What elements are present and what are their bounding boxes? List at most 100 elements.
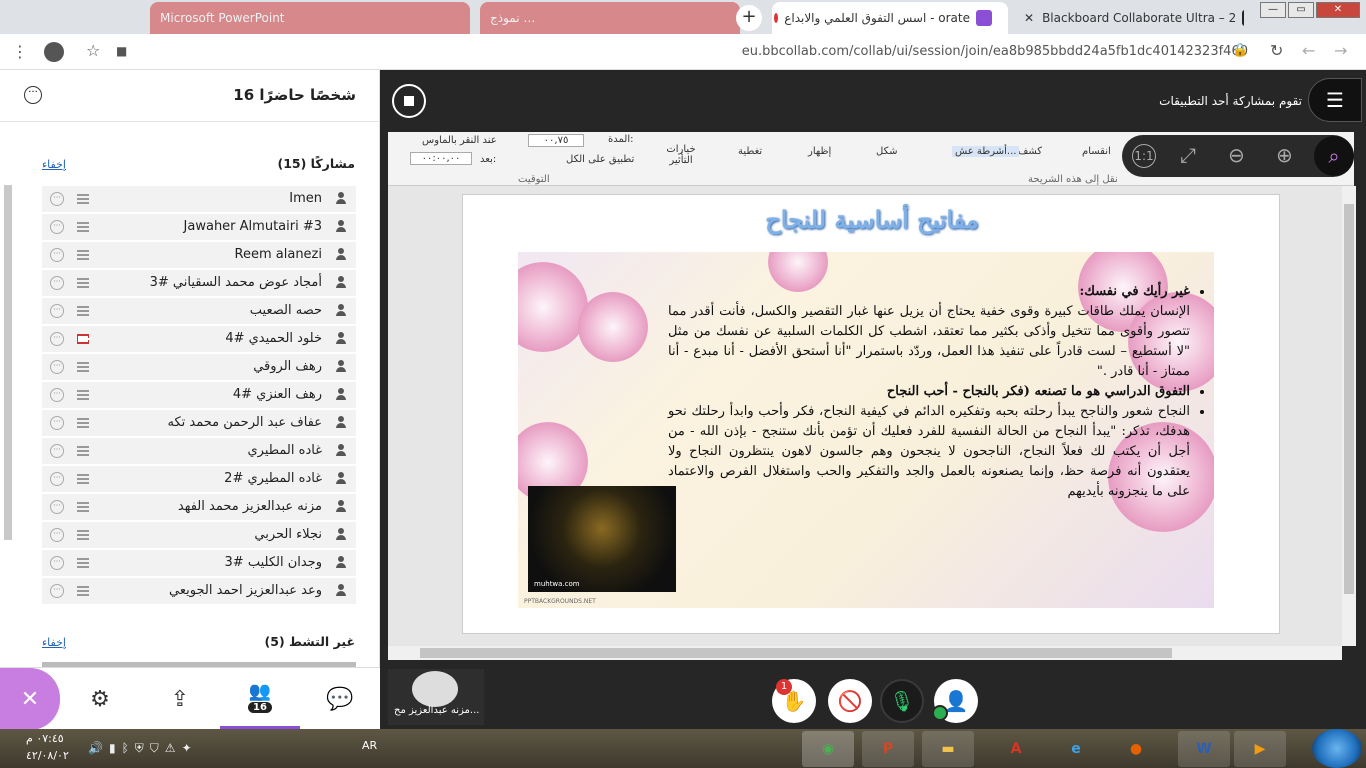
participant-row[interactable]: ··· وجدان الكليب #3 <box>42 550 356 577</box>
stop-sharing-button[interactable] <box>392 84 426 118</box>
participant-row[interactable]: ··· عفاف عبد الرحمن محمد تكه <box>42 410 356 437</box>
taskbar-chrome[interactable]: ◉ <box>802 731 854 767</box>
microphone-toggle-button[interactable]: 🎙 <box>880 679 924 723</box>
participant-options-icon[interactable]: ··· <box>50 556 64 570</box>
captioner-icon[interactable] <box>77 306 89 316</box>
captioner-icon[interactable] <box>77 194 89 204</box>
captioner-icon[interactable] <box>77 278 89 288</box>
captioner-icon[interactable] <box>77 334 90 344</box>
participant-row[interactable]: ··· وعد عبدالعزيز احمد الجويعي <box>42 578 356 605</box>
ribbon-shape[interactable]: شكل <box>876 146 897 157</box>
profile-icon[interactable] <box>44 42 64 62</box>
apply-to-all-button[interactable]: تطبيق على الكل <box>566 154 634 165</box>
signal-icon[interactable]: ▮ <box>109 741 116 755</box>
participant-options-icon[interactable]: ··· <box>50 304 64 318</box>
minimize-button[interactable]: — <box>1260 2 1286 18</box>
camera-icon[interactable]: ■ <box>116 42 127 60</box>
taskbar-word[interactable]: W <box>1178 731 1230 767</box>
participant-row[interactable]: ··· نجلاء الحربي <box>42 522 356 549</box>
window-close-button[interactable]: ✕ <box>1316 2 1360 18</box>
captioner-icon[interactable] <box>77 362 89 372</box>
captioner-icon[interactable] <box>77 474 89 484</box>
volume-icon[interactable]: 🔊 <box>88 741 103 755</box>
participant-options-icon[interactable]: ··· <box>50 332 64 346</box>
back-arrow-icon[interactable]: ← <box>1302 42 1315 60</box>
participant-options-icon[interactable]: ··· <box>50 248 64 262</box>
participant-row[interactable]: ··· غاده المطيري #2 <box>42 466 356 493</box>
security-icon[interactable]: ⛨ <box>135 741 144 756</box>
slide-vertical-scrollbar[interactable] <box>1342 186 1356 646</box>
participant-options-icon[interactable]: ··· <box>50 388 64 402</box>
actual-size-icon[interactable]: 1:1 <box>1132 144 1156 168</box>
app-tray-icon[interactable]: ✦ <box>182 741 192 755</box>
participant-options-icon[interactable]: ··· <box>50 192 64 206</box>
participant-options-icon[interactable]: ··· <box>50 584 64 598</box>
ribbon-reveal[interactable]: إظهار <box>808 146 831 157</box>
shield-icon[interactable]: ⛉ <box>150 741 159 756</box>
participant-row[interactable]: ··· Imen <box>42 186 356 213</box>
participant-options-icon[interactable]: ··· <box>50 528 64 542</box>
captioner-icon[interactable] <box>77 390 89 400</box>
url-field[interactable]: eu.bbcollab.com/collab/ui/session/join/e… <box>742 44 1248 59</box>
own-video-tile[interactable]: مزنه عبدالعزيز مح... <box>388 669 484 725</box>
ribbon-cover[interactable]: تغطية <box>738 146 762 157</box>
fit-screen-icon[interactable]: ⤢ <box>1180 144 1196 166</box>
hide-participants-link[interactable]: إخفاء <box>42 158 66 171</box>
clock-time[interactable]: ٠٧:٤٥ م <box>26 732 64 745</box>
raise-hand-button[interactable]: ✋ 1 <box>772 679 816 723</box>
participant-row[interactable]: ··· غاده المطيري <box>42 438 356 465</box>
duration-input[interactable]: ٠٠,٧٥ <box>528 134 584 147</box>
participant-options-icon[interactable]: ··· <box>50 416 64 430</box>
ribbon-blinds[interactable]: أشرطة عش... <box>952 146 1020 157</box>
taskbar-ie[interactable]: e <box>1050 731 1102 767</box>
participant-options-icon[interactable]: ··· <box>50 472 64 486</box>
captioner-icon[interactable] <box>77 418 89 428</box>
more-options-icon[interactable]: ··· <box>24 86 42 104</box>
status-button[interactable]: 👤 <box>932 679 978 723</box>
participant-options-icon[interactable]: ··· <box>50 444 64 458</box>
new-tab-button[interactable]: + <box>736 5 762 31</box>
ribbon-split[interactable]: انقسام <box>1082 146 1111 157</box>
ribbon-uncover[interactable]: كشف <box>1018 146 1042 157</box>
captioner-icon[interactable] <box>77 530 89 540</box>
taskbar-powerpoint[interactable]: P <box>862 731 914 767</box>
taskbar-explorer[interactable]: ▬ <box>922 731 974 767</box>
slide-horizontal-scrollbar[interactable] <box>388 646 1342 660</box>
zoom-out-icon[interactable]: ⊖ <box>1228 144 1245 166</box>
taskbar-media-player[interactable]: ▶ <box>1234 731 1286 767</box>
bluetooth-icon[interactable]: ᛒ <box>122 741 129 755</box>
hide-inactive-link[interactable]: إخفاء <box>42 636 66 649</box>
zoom-in-icon[interactable]: ⊕ <box>1276 144 1293 166</box>
attendees-button[interactable]: 👥 16 <box>220 668 300 730</box>
participant-options-icon[interactable]: ··· <box>50 276 64 290</box>
panel-scrollbar[interactable] <box>4 185 12 540</box>
participant-row[interactable]: ··· رهف العنزي #4 <box>42 382 356 409</box>
chat-button[interactable]: 💬 <box>300 668 380 730</box>
close-icon[interactable]: ✕ <box>1024 11 1034 25</box>
participant-row[interactable]: ··· Reem alanezi <box>42 242 356 269</box>
tab-collaborate-ultra[interactable]: ✕ Blackboard Collaborate Ultra – 2 Bb <box>1014 2 1244 34</box>
close-panel-button[interactable]: ✕ <box>0 668 60 730</box>
share-content-button[interactable]: ⇪ <box>140 668 220 730</box>
participant-options-icon[interactable]: ··· <box>50 360 64 374</box>
effect-options-button[interactable]: خيارات التأثير <box>666 144 696 166</box>
tab-form[interactable]: نموذج … <box>480 2 740 34</box>
camera-toggle-button[interactable]: 🚫 <box>828 679 872 723</box>
forward-arrow-icon[interactable]: → <box>1334 42 1347 60</box>
participant-options-icon[interactable]: ··· <box>50 500 64 514</box>
participant-row[interactable]: ··· حصه الصعيب <box>42 298 356 325</box>
taskbar-acrobat[interactable]: A <box>990 731 1042 767</box>
clock-date[interactable]: ٤٢/٠٨/٠٢ <box>26 749 69 762</box>
menu-dots-icon[interactable]: ⋮ <box>12 43 28 61</box>
language-indicator[interactable]: AR <box>362 739 377 752</box>
participant-row[interactable]: ··· خلود الحميدي #4 <box>42 326 356 353</box>
settings-button[interactable]: ⚙ <box>60 668 140 730</box>
captioner-icon[interactable] <box>77 222 89 232</box>
on-mouse-click-checkbox[interactable]: عند النقر بالماوس <box>422 135 497 146</box>
bookmark-star-icon[interactable]: ☆ <box>86 42 100 60</box>
tab-powerpoint[interactable]: Microsoft PowerPoint <box>150 2 470 34</box>
magnify-toggle-icon[interactable]: ⌕ <box>1314 136 1354 176</box>
session-menu-button[interactable]: ☰ <box>1308 78 1362 122</box>
participant-row[interactable]: ··· رهف الروقي <box>42 354 356 381</box>
captioner-icon[interactable] <box>77 502 89 512</box>
